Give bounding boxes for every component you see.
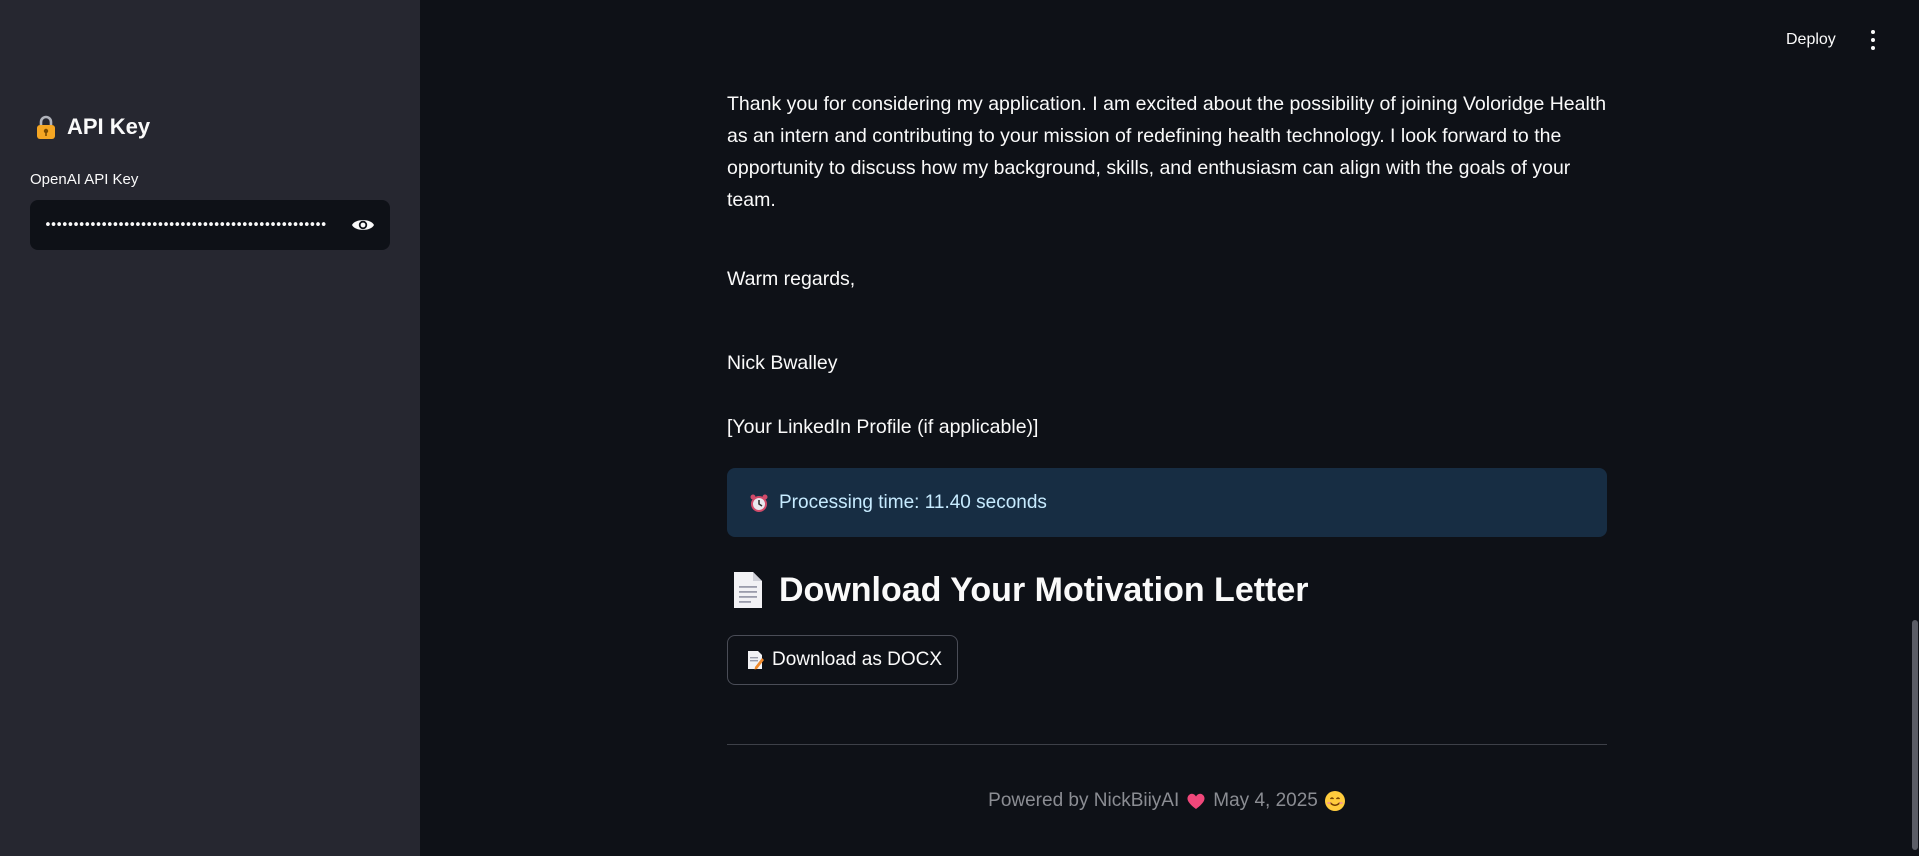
document-icon	[731, 570, 765, 610]
deploy-button[interactable]: Deploy	[1776, 26, 1846, 54]
kebab-menu-icon[interactable]	[1860, 24, 1886, 56]
eye-icon[interactable]	[350, 212, 376, 238]
letter-signature: Nick Bwalley	[727, 352, 838, 374]
smile-icon	[1324, 790, 1346, 812]
api-key-label: OpenAI API Key	[30, 171, 139, 188]
app-window: API Key OpenAI API Key Deploy Thank you …	[0, 0, 1919, 856]
sidebar-title-text: API Key	[67, 114, 151, 139]
letter-closing: Warm regards,	[727, 268, 856, 290]
download-button-label: Download as DOCX	[772, 649, 943, 670]
download-heading-text: Download Your Motivation Letter	[779, 570, 1309, 609]
heart-icon	[1185, 790, 1207, 812]
memo-icon	[746, 650, 764, 670]
letter-closing-paragraph: Thank you for considering my application…	[727, 93, 1607, 211]
letter-linkedin: [Your LinkedIn Profile (if applicable)]	[727, 416, 1039, 438]
sidebar-title: API Key	[33, 114, 150, 140]
download-docx-button[interactable]: Download as DOCX	[727, 635, 959, 685]
alarm-clock-icon	[749, 493, 769, 513]
api-key-field	[30, 200, 390, 250]
footer-date: May 4, 2025	[1213, 790, 1318, 811]
footer-powered-by: Powered by NickBiiyAI	[988, 790, 1180, 811]
lock-icon	[33, 114, 59, 140]
processing-time-text: Processing time: 11.40 seconds	[779, 491, 1047, 513]
download-section-heading: Download Your Motivation Letter	[731, 570, 1309, 610]
api-key-input[interactable]	[44, 217, 336, 233]
sidebar: API Key OpenAI API Key	[0, 0, 420, 856]
scrollbar-thumb[interactable]	[1912, 620, 1918, 850]
divider	[727, 744, 1607, 745]
processing-time-alert: Processing time: 11.40 seconds	[727, 468, 1607, 537]
footer: Powered by NickBiiyAI May 4, 2025	[727, 790, 1607, 812]
